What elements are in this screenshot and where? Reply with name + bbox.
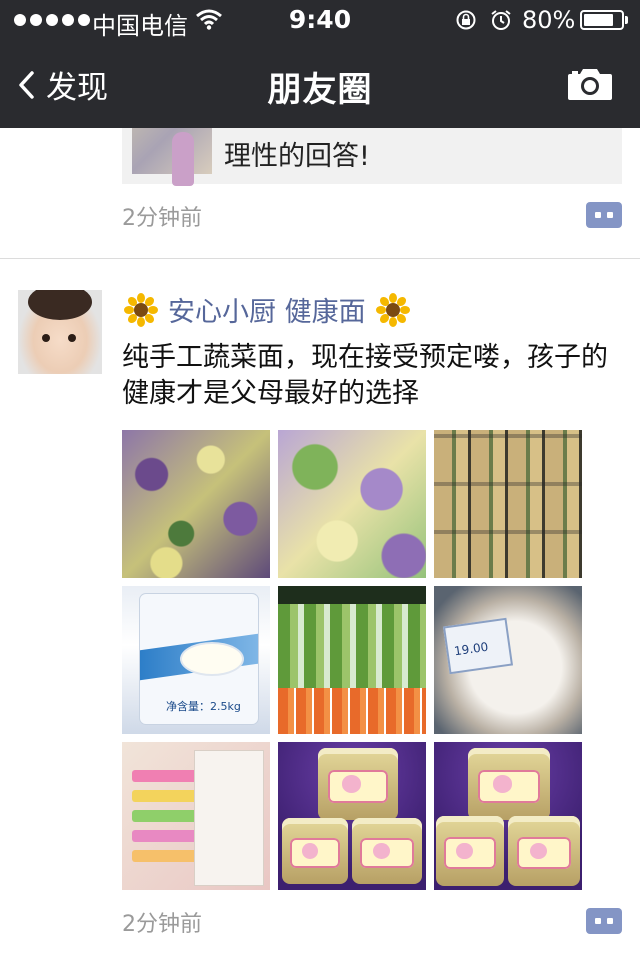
photo-noodle-packages[interactable] bbox=[122, 742, 270, 890]
photo-flour-bag[interactable]: 净含量：2.5kg bbox=[122, 586, 270, 734]
post-text: 纯手工蔬菜面，现在接受预定喽，孩子的健康才是父母最好的选择 bbox=[122, 342, 608, 409]
bag-label: 净含量：2.5kg bbox=[166, 700, 241, 713]
jar bbox=[352, 818, 422, 884]
comment-button[interactable] bbox=[586, 908, 622, 934]
avatar-hair bbox=[28, 290, 92, 320]
navigation-bar: 发现 朋友圈 bbox=[0, 40, 640, 128]
post-timestamp: 2分钟前 bbox=[122, 912, 202, 937]
author-label: 安心小厨 健康面 bbox=[168, 297, 366, 328]
photo-noodle-jars-trio[interactable] bbox=[434, 742, 582, 890]
comment-dot bbox=[595, 212, 601, 218]
jar bbox=[436, 816, 504, 886]
jar bbox=[468, 748, 550, 820]
jar bbox=[318, 748, 398, 820]
battery-percent: 80% bbox=[522, 6, 576, 34]
alarm-icon bbox=[491, 10, 511, 30]
post-divider bbox=[0, 258, 640, 259]
jar bbox=[282, 818, 348, 884]
avatar[interactable] bbox=[18, 290, 102, 374]
photo-noodle-jars-shelf[interactable] bbox=[434, 430, 582, 578]
photo-colored-bowtie-pasta[interactable] bbox=[122, 430, 270, 578]
avatar-eye bbox=[68, 334, 76, 342]
battery-fill bbox=[584, 14, 613, 26]
photo-noodle-jars-stack[interactable] bbox=[278, 742, 426, 890]
battery-icon bbox=[580, 10, 628, 30]
comment-dot bbox=[595, 918, 601, 924]
avatar-eye bbox=[42, 334, 50, 342]
top-bar: 中国电信 9:40 80% 发现 朋友圈 bbox=[0, 0, 640, 128]
shared-link-text: 理性的回答! bbox=[224, 141, 370, 172]
photo-dried-noodles[interactable]: 19.00 bbox=[434, 586, 582, 734]
camera-icon[interactable] bbox=[566, 66, 614, 102]
thumbnail-figure bbox=[172, 132, 194, 186]
gift-box bbox=[194, 750, 264, 886]
jar bbox=[508, 816, 580, 886]
post-timestamp: 2分钟前 bbox=[122, 206, 202, 231]
sunflower-icon bbox=[375, 292, 410, 327]
comment-dot bbox=[607, 212, 613, 218]
sunflower-icon bbox=[124, 292, 158, 327]
page-title: 朋友圈 bbox=[267, 70, 373, 110]
comment-dot bbox=[607, 918, 613, 924]
photo-vegetable-market[interactable] bbox=[278, 586, 426, 734]
status-bar: 中国电信 9:40 80% bbox=[0, 0, 640, 40]
author-name[interactable]: 安心小厨 健康面 bbox=[124, 290, 410, 329]
rotation-lock-icon bbox=[456, 10, 476, 30]
flour-bowl bbox=[182, 644, 242, 674]
comment-button[interactable] bbox=[586, 202, 622, 228]
photo-vegetable-noodle-sheets[interactable] bbox=[278, 430, 426, 578]
photo-grid: 净含量：2.5kg 19.00 bbox=[122, 430, 582, 890]
